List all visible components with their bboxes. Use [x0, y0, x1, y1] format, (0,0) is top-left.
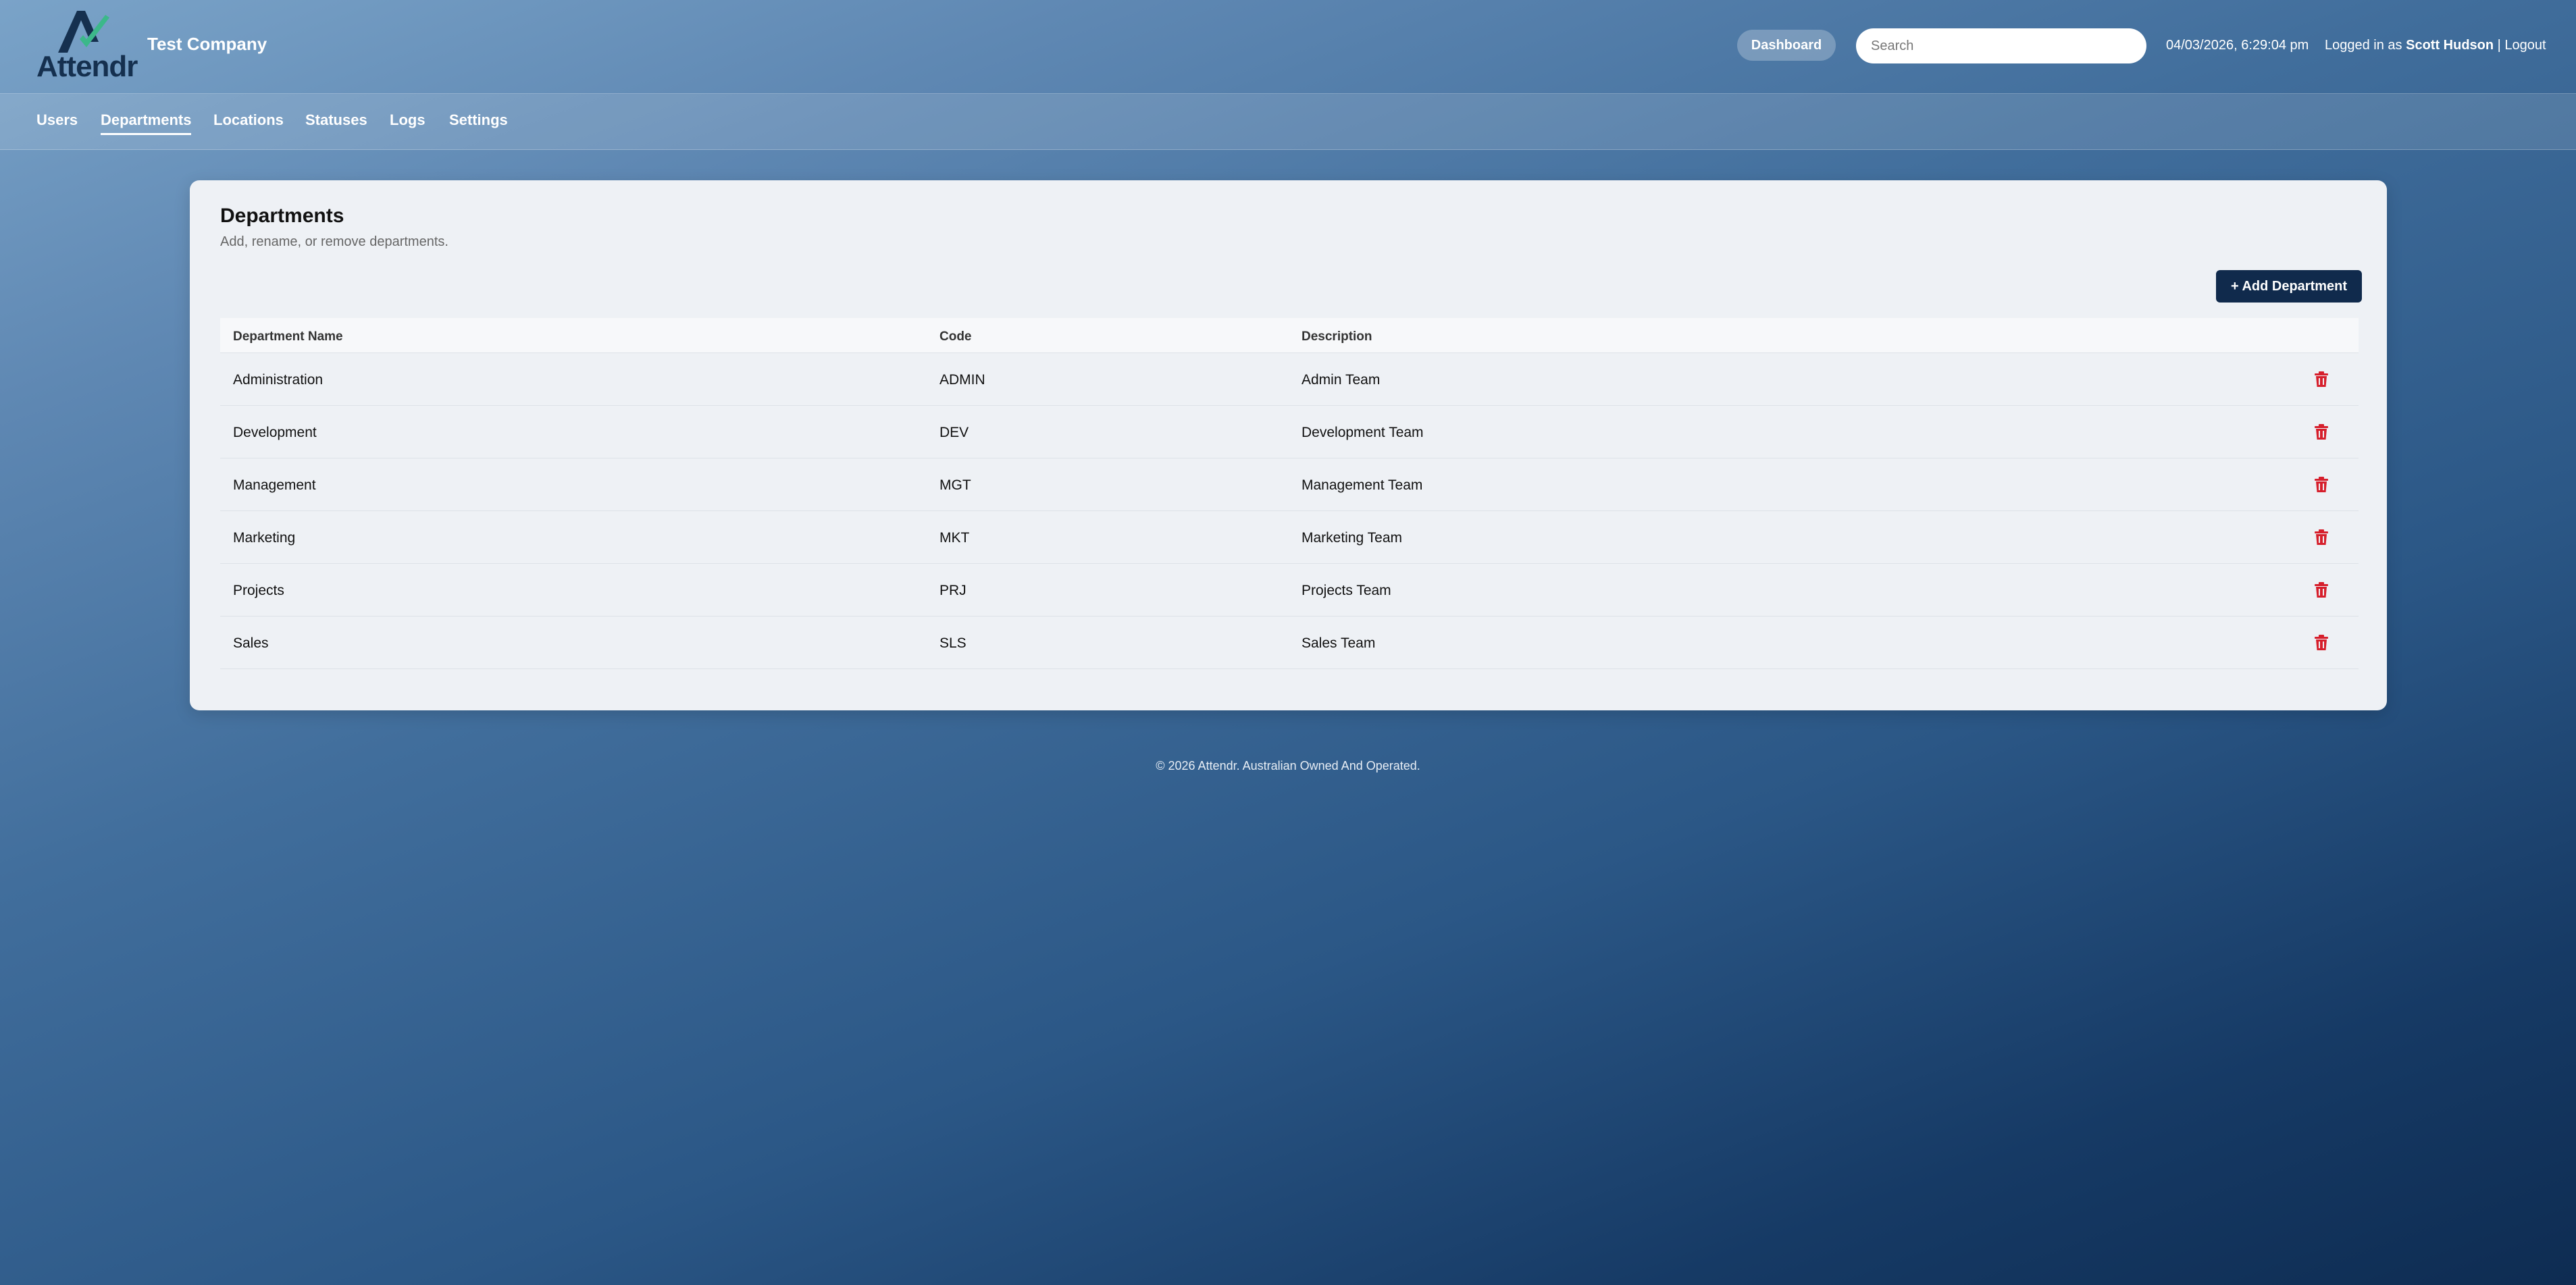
delete-button[interactable]	[2311, 422, 2332, 442]
attendr-logo-icon	[58, 11, 109, 53]
department-description-cell: Admin Team	[1302, 372, 1381, 388]
department-code-cell: MKT	[939, 530, 970, 546]
current-datetime: 04/03/2026, 6:29:04 pm	[2166, 38, 2309, 53]
page-title: Departments	[220, 205, 344, 227]
logged-in-prefix: Logged in as	[2325, 38, 2406, 53]
department-code-cell: DEV	[939, 425, 969, 440]
table-row[interactable]: Management MGT Management Team	[220, 458, 2359, 511]
department-name-cell: Development	[233, 425, 317, 440]
nav-item-departments[interactable]: Departments	[101, 111, 192, 135]
department-code-cell: MGT	[939, 477, 971, 493]
trash-icon	[2315, 582, 2328, 598]
delete-button[interactable]	[2311, 475, 2332, 495]
column-header-description[interactable]: Description	[1302, 330, 1372, 344]
department-description-cell: Management Team	[1302, 477, 1423, 493]
department-description-cell: Development Team	[1302, 425, 1424, 440]
department-name-cell: Administration	[233, 372, 324, 388]
company-name: Test Company	[147, 34, 267, 54]
department-name-cell: Marketing	[233, 530, 296, 546]
login-separator: |	[2494, 38, 2505, 53]
trash-icon	[2315, 424, 2328, 440]
logout-link[interactable]: Logout	[2504, 38, 2546, 53]
app-header: Attendr Test Company Dashboard 04/03/202…	[0, 0, 2576, 93]
trash-icon	[2315, 529, 2328, 545]
add-department-button[interactable]: + Add Department	[2216, 270, 2362, 303]
trash-icon	[2315, 635, 2328, 650]
department-code-cell: PRJ	[939, 583, 967, 598]
table-row[interactable]: Sales SLS Sales Team	[220, 617, 2359, 669]
table-row[interactable]: Development DEV Development Team	[220, 406, 2359, 458]
main-nav: Users Departments Locations Statuses Log…	[0, 93, 2576, 150]
trash-icon	[2315, 477, 2328, 492]
page-subtitle: Add, rename, or remove departments.	[220, 234, 448, 249]
department-name-cell: Management	[233, 477, 316, 493]
delete-button[interactable]	[2311, 527, 2332, 548]
department-description-cell: Sales Team	[1302, 635, 1376, 651]
departments-card: Departments Add, rename, or remove depar…	[190, 180, 2387, 710]
nav-item-logs[interactable]: Logs	[390, 111, 426, 133]
column-header-name[interactable]: Department Name	[233, 330, 343, 344]
department-description-cell: Marketing Team	[1302, 530, 1403, 546]
department-name-cell: Sales	[233, 635, 269, 651]
department-description-cell: Projects Team	[1302, 583, 1391, 598]
delete-button[interactable]	[2311, 369, 2332, 390]
user-name: Scott Hudson	[2406, 38, 2494, 53]
departments-table: Department Name Code Description Adminis…	[220, 318, 2359, 669]
table-body: Administration ADMIN Admin Team Developm…	[220, 353, 2359, 669]
department-code-cell: SLS	[939, 635, 967, 651]
login-status: Logged in as Scott Hudson | Logout	[2325, 38, 2546, 53]
attendr-logo[interactable]: Attendr	[36, 8, 138, 84]
nav-item-users[interactable]: Users	[36, 111, 78, 133]
nav-item-settings[interactable]: Settings	[449, 111, 508, 133]
logo-text: Attendr	[36, 50, 138, 83]
department-name-cell: Projects	[233, 583, 284, 598]
search-input[interactable]	[1856, 28, 2146, 63]
trash-icon	[2315, 371, 2328, 387]
delete-button[interactable]	[2311, 580, 2332, 600]
nav-item-locations[interactable]: Locations	[213, 111, 284, 133]
delete-button[interactable]	[2311, 633, 2332, 653]
table-header: Department Name Code Description	[220, 318, 2359, 353]
table-row[interactable]: Projects PRJ Projects Team	[220, 564, 2359, 617]
table-row[interactable]: Marketing MKT Marketing Team	[220, 511, 2359, 564]
column-header-code[interactable]: Code	[939, 330, 972, 344]
footer-copyright: © 2026 Attendr. Australian Owned And Ope…	[1156, 759, 1420, 772]
department-code-cell: ADMIN	[939, 372, 985, 388]
table-row[interactable]: Administration ADMIN Admin Team	[220, 353, 2359, 406]
dashboard-button[interactable]: Dashboard	[1737, 30, 1836, 61]
nav-item-statuses[interactable]: Statuses	[305, 111, 367, 133]
